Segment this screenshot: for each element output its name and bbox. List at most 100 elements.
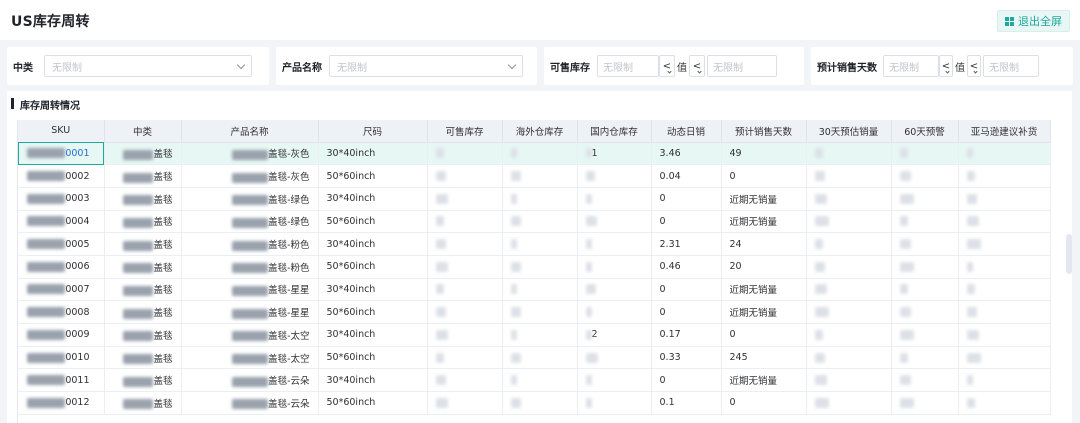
- column-header[interactable]: SKU: [18, 120, 105, 143]
- forecast-operator-select[interactable]: <: [939, 55, 953, 77]
- cell-size: 50*60inch: [318, 300, 428, 324]
- exit-fullscreen-button[interactable]: 退出全屏: [997, 10, 1070, 32]
- cell-size-text: 30*40inch: [326, 193, 376, 205]
- stock-operator-select[interactable]: <: [659, 55, 675, 77]
- cell-forecast-days: 近期无销量: [721, 210, 807, 234]
- redacted-text: [585, 397, 592, 408]
- cell-sku: 0008: [18, 300, 105, 324]
- column-header[interactable]: 动态日销: [651, 120, 722, 143]
- table-row[interactable]: 0007 盖毯 盖毯-星星 30*40inch 0 近期无销量: [18, 278, 1051, 302]
- cell-available-stock: [427, 142, 503, 166]
- column-header[interactable]: 可售库存: [427, 120, 503, 143]
- cell-size-text: 30*40inch: [326, 374, 376, 386]
- cell-forecast-days: 近期无销量: [721, 368, 807, 393]
- redacted-text: [814, 193, 827, 204]
- category-select[interactable]: 无限制: [44, 55, 252, 77]
- forecast-min-input[interactable]: 无限制: [883, 55, 939, 77]
- cell-overseas-stock: [502, 323, 578, 347]
- table-row[interactable]: 0010 盖毯 盖毯-太空 50*60inch 0.33 245: [18, 346, 1051, 370]
- cell-category: 盖毯: [104, 278, 182, 302]
- redacted-text: [123, 240, 154, 251]
- forecast-max-input[interactable]: 无限制: [983, 55, 1039, 77]
- table-row[interactable]: 0005 盖毯 盖毯-粉色 30*40inch 2.31 24: [18, 232, 1051, 256]
- column-header[interactable]: 30天预估销量: [806, 120, 892, 143]
- cell-daily-sales: 2.31: [651, 232, 722, 256]
- column-header[interactable]: 预计销售天数: [721, 120, 807, 143]
- table-row[interactable]: 0001 盖毯 盖毯-灰色 30*40inch 1 3.46 49: [18, 142, 1051, 166]
- column-header[interactable]: 亚马逊建议补货: [958, 120, 1051, 143]
- redacted-text: [27, 284, 66, 295]
- cell-domestic-stock-text: 1: [591, 147, 598, 159]
- column-header[interactable]: 国内仓库存: [577, 120, 652, 143]
- table-row[interactable]: 0004 盖毯 盖毯-绿色 50*60inch 0 近期无销量: [18, 210, 1051, 234]
- cell-category: 盖毯: [104, 142, 182, 166]
- column-header[interactable]: 60天预警: [891, 120, 959, 143]
- cell-category: 盖毯: [104, 368, 182, 393]
- cell-daily-sales-text: 0.33: [659, 352, 681, 364]
- vertical-scrollbar[interactable]: [1066, 234, 1072, 274]
- redacted-text: [585, 352, 598, 363]
- redacted-text: [123, 263, 154, 274]
- cell-forecast-days: 245: [721, 346, 807, 370]
- cell-size: 50*60inch: [318, 255, 428, 279]
- redacted-text: [123, 195, 154, 206]
- cell-size: 50*60inch: [318, 391, 428, 415]
- redacted-text: [966, 261, 973, 272]
- cell-60day-alert: [891, 232, 959, 256]
- forecast-max-placeholder: 无限制: [989, 62, 1019, 74]
- redacted-text: [232, 399, 269, 410]
- redacted-text: [435, 307, 446, 318]
- cell-daily-sales: 0.33: [651, 346, 722, 370]
- cell-forecast-days: 49: [721, 142, 807, 166]
- cell-available-stock: [427, 368, 503, 393]
- redacted-text: [27, 397, 66, 408]
- table-header-row: SKU 中类 产品名称 尺码 可售库存 海外仓库存 国内仓库存 动态日销 预计销…: [18, 120, 1051, 143]
- forecast-value-label: 值: [955, 62, 965, 74]
- column-header[interactable]: 海外仓库存: [502, 120, 578, 143]
- redacted-text: [510, 284, 517, 295]
- table-row[interactable]: 0012 盖毯 盖毯-云朵 50*60inch 0.1 0: [18, 391, 1051, 415]
- stock-operator2-select[interactable]: <: [689, 55, 705, 77]
- cell-category-text: 盖毯: [153, 353, 173, 365]
- cell-sku: 0006: [18, 255, 105, 279]
- table-row[interactable]: 0009 盖毯 盖毯-太空 30*40inch 2 0.17 0: [18, 323, 1051, 347]
- stock-max-input[interactable]: 无限制: [707, 55, 777, 77]
- forecast-operator2-select[interactable]: <: [967, 55, 981, 77]
- chevron-down-icon: [236, 60, 246, 69]
- redacted-text: [966, 352, 981, 363]
- product-select[interactable]: 无限制: [329, 55, 523, 77]
- cell-amazon-replenish: [958, 164, 1051, 188]
- cell-sku-text: 0006: [65, 261, 90, 273]
- column-header[interactable]: 产品名称: [181, 120, 319, 143]
- cell-60day-alert: [891, 300, 959, 324]
- cell-product-name: 盖毯-绿色: [181, 210, 319, 234]
- cell-forecast-days-text: 20: [729, 261, 742, 273]
- cell-amazon-replenish: [958, 391, 1051, 415]
- stock-min-input[interactable]: 无限制: [597, 55, 659, 77]
- cell-amazon-replenish: [958, 187, 1051, 211]
- redacted-text: [585, 171, 595, 182]
- redacted-text: [27, 193, 66, 204]
- cell-sku: 0009: [18, 323, 105, 347]
- cell-daily-sales-text: 0: [659, 283, 666, 295]
- redacted-text: [435, 352, 444, 363]
- table-row[interactable]: 0008 盖毯 盖毯-星星 50*60inch 0 近期无销量: [18, 300, 1051, 324]
- cell-product-name-text: 盖毯-灰色: [268, 172, 310, 184]
- redacted-text: [435, 397, 448, 408]
- column-header[interactable]: 中类: [104, 120, 182, 143]
- redacted-text: [814, 171, 825, 182]
- cell-available-stock: [427, 187, 503, 211]
- cell-sku-text: 0003: [65, 193, 90, 205]
- redacted-text: [27, 375, 66, 386]
- redacted-text: [966, 193, 977, 204]
- cell-sku: 0007: [18, 278, 105, 302]
- table-row[interactable]: 0006 盖毯 盖毯-粉色 50*60inch 0.46 20: [18, 255, 1051, 279]
- table-row[interactable]: 0011 盖毯 盖毯-云朵 30*40inch 0 近期无销量: [18, 368, 1051, 393]
- table-row[interactable]: 0002 盖毯 盖毯-灰色 50*60inch 0.04 0: [18, 164, 1051, 188]
- column-header[interactable]: 尺码: [318, 120, 428, 143]
- table-row[interactable]: 0003 盖毯 盖毯-绿色 30*40inch 0 近期无销量: [18, 187, 1051, 211]
- cell-overseas-stock: [502, 300, 578, 324]
- cell-size-text: 30*40inch: [326, 147, 376, 159]
- cell-size-text: 30*40inch: [326, 329, 376, 341]
- cell-available-stock: [427, 391, 503, 415]
